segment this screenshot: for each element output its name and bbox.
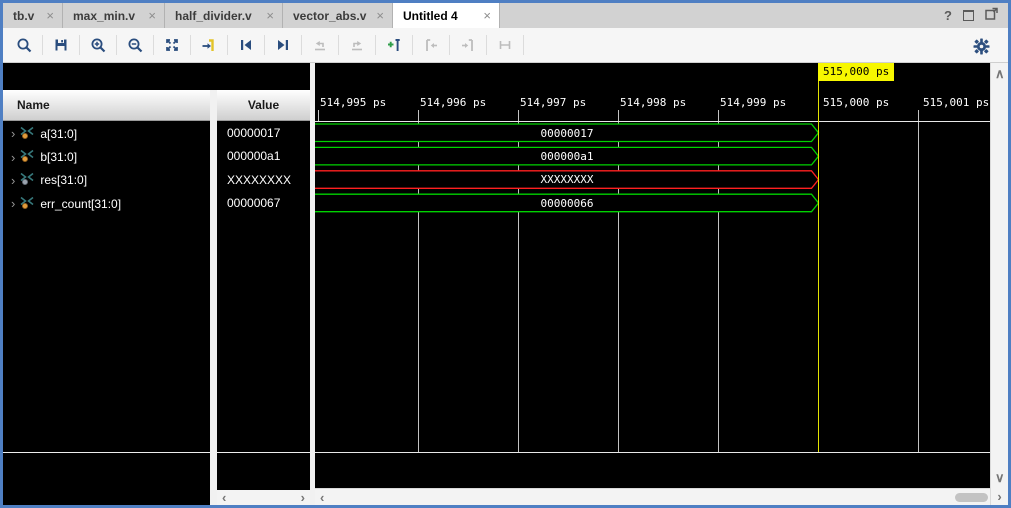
signal-name: res[31:0]: [40, 173, 87, 187]
panel-bottom-line: [217, 452, 310, 453]
close-icon[interactable]: ×: [46, 9, 54, 22]
name-column-header: Name: [3, 90, 210, 121]
toolbar-separator: [449, 35, 450, 55]
expand-chevron-icon[interactable]: ›: [11, 127, 15, 140]
bus-value-a: 00000017: [315, 127, 819, 140]
tab-label: Untitled 4: [403, 9, 458, 23]
window-controls: ?: [944, 3, 1008, 28]
zoom-to-cursor-button[interactable]: [196, 32, 222, 58]
bus-signal-icon: [20, 126, 34, 142]
scroll-down-icon[interactable]: ∨: [995, 471, 1005, 484]
scroll-left-icon[interactable]: ‹: [222, 491, 226, 504]
toolbar-separator: [412, 35, 413, 55]
signal-value: 00000067: [217, 192, 310, 215]
tab-untitled-4[interactable]: Untitled 4 ×: [393, 3, 500, 28]
signal-value-list: 00000017 000000a1 XXXXXXXX 00000067: [217, 122, 310, 216]
cursor-time-flag[interactable]: 515,000 ps: [818, 63, 894, 81]
bus-signal-icon: [20, 196, 34, 212]
toolbar-separator: [301, 35, 302, 55]
float-window-icon[interactable]: [985, 7, 998, 25]
tab-label: vector_abs.v: [293, 9, 366, 23]
expand-chevron-icon[interactable]: ›: [11, 151, 15, 164]
value-column-header: Value: [217, 90, 310, 121]
zoom-out-button[interactable]: [122, 32, 148, 58]
signal-row-err-count[interactable]: › err_count[31:0]: [3, 192, 210, 215]
tab-label: half_divider.v: [175, 9, 252, 23]
next-transition-button[interactable]: [270, 32, 296, 58]
tab-label: max_min.v: [73, 9, 135, 23]
signal-row-b[interactable]: › b[31:0]: [3, 145, 210, 168]
value-panel-hscrollbar[interactable]: ‹ ›: [217, 490, 310, 505]
toolbar-separator: [338, 35, 339, 55]
toolbar-separator: [79, 35, 80, 55]
close-icon[interactable]: ×: [483, 9, 491, 22]
toolbar-separator: [42, 35, 43, 55]
scroll-right-icon[interactable]: ›: [997, 490, 1001, 503]
bus-value-b: 000000a1: [315, 150, 819, 163]
toolbar-separator: [375, 35, 376, 55]
waveform-vscrollbar[interactable]: ∧ ∨: [990, 63, 1008, 488]
zoom-in-button[interactable]: [85, 32, 111, 58]
scroll-left-icon[interactable]: ‹: [320, 491, 324, 504]
close-icon[interactable]: ×: [148, 9, 156, 22]
waveform-toolbar: [3, 28, 1008, 63]
signal-value: 00000017: [217, 122, 310, 145]
settings-gear-button[interactable]: [968, 33, 994, 59]
help-icon[interactable]: ?: [944, 8, 952, 23]
previous-transition-button[interactable]: [233, 32, 259, 58]
add-marker-button[interactable]: [381, 32, 407, 58]
hscrollbar-thumb[interactable]: [955, 493, 988, 502]
signal-name: b[31:0]: [40, 150, 77, 164]
signal-row-res[interactable]: › res[31:0]: [3, 169, 210, 192]
next-edge-button[interactable]: [344, 32, 370, 58]
waveform-hscrollbar[interactable]: ‹: [315, 488, 990, 505]
toolbar-separator: [116, 35, 117, 55]
waveform-main-area: Name Value › a[31:0] › b[31:0] ›: [3, 63, 1008, 505]
find-button[interactable]: [11, 32, 37, 58]
signal-value: 000000a1: [217, 145, 310, 168]
tab-label: tb.v: [13, 9, 34, 23]
signal-name-list: › a[31:0] › b[31:0] › res[31:0]: [3, 122, 210, 216]
toolbar-separator: [264, 35, 265, 55]
previous-marker-button[interactable]: [418, 32, 444, 58]
waveform-panel[interactable]: 515,000 ps 514,995 ps 514,996 ps 514,997…: [315, 63, 990, 505]
bus-signal-undefined-icon: [20, 172, 34, 188]
panel-bottom-line: [3, 452, 210, 453]
snap-to-transition-button[interactable]: [492, 32, 518, 58]
name-value-divider[interactable]: [210, 90, 217, 505]
zoom-fit-button[interactable]: [159, 32, 185, 58]
close-icon[interactable]: ×: [376, 9, 384, 22]
signal-row-a[interactable]: › a[31:0]: [3, 122, 210, 145]
toolbar-separator: [190, 35, 191, 55]
expand-chevron-icon[interactable]: ›: [11, 197, 15, 210]
bus-value-err-count: 00000066: [315, 197, 819, 210]
tab-max-min-v[interactable]: max_min.v ×: [63, 3, 165, 28]
toolbar-separator: [153, 35, 154, 55]
vivado-waveform-window: tb.v × max_min.v × half_divider.v × vect…: [0, 0, 1011, 508]
tab-half-divider-v[interactable]: half_divider.v ×: [165, 3, 283, 28]
maximize-icon[interactable]: [963, 10, 974, 21]
close-icon[interactable]: ×: [266, 9, 274, 22]
tab-vector-abs-v[interactable]: vector_abs.v ×: [283, 3, 393, 28]
expand-chevron-icon[interactable]: ›: [11, 174, 15, 187]
save-waveform-button[interactable]: [48, 32, 74, 58]
toolbar-separator: [486, 35, 487, 55]
toolbar-separator: [523, 35, 524, 55]
next-marker-button[interactable]: [455, 32, 481, 58]
bus-signal-icon: [20, 149, 34, 165]
scroll-right-icon[interactable]: ›: [301, 491, 305, 504]
previous-edge-button[interactable]: [307, 32, 333, 58]
signal-name: a[31:0]: [40, 127, 77, 141]
scrollbar-corner: ›: [990, 488, 1008, 505]
tab-tb-v[interactable]: tb.v ×: [3, 3, 63, 28]
bus-value-res: XXXXXXXX: [315, 173, 819, 186]
toolbar-separator: [227, 35, 228, 55]
editor-tab-bar: tb.v × max_min.v × half_divider.v × vect…: [3, 3, 1008, 28]
signal-value: XXXXXXXX: [217, 169, 310, 192]
signal-name: err_count[31:0]: [40, 197, 121, 211]
scroll-up-icon[interactable]: ∧: [995, 67, 1005, 80]
